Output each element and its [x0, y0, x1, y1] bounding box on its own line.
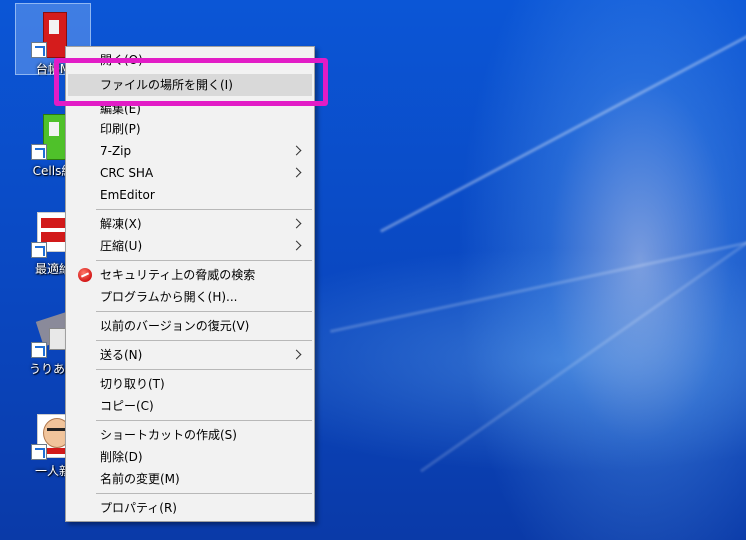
menu-separator: [96, 260, 312, 261]
menu-separator: [96, 369, 312, 370]
menu-item-extract[interactable]: 解凍(X): [68, 213, 312, 235]
menu-item-security-scan[interactable]: セキュリティ上の脅威の検索: [68, 264, 312, 286]
menu-item-send-to[interactable]: 送る(N): [68, 344, 312, 366]
menu-separator: [96, 311, 312, 312]
wallpaper-light-beam: [420, 125, 746, 473]
menu-item-copy[interactable]: コピー(C): [68, 395, 312, 417]
menu-item-label: 名前の変更(M): [100, 472, 180, 486]
menu-item-label: 圧縮(U): [100, 239, 143, 253]
shortcut-arrow-icon: [31, 42, 47, 58]
menu-item-7zip[interactable]: 7-Zip: [68, 140, 312, 162]
menu-item-label: 解凍(X): [100, 217, 142, 231]
context-menu: 開く(O) ファイルの場所を開く(I) 編集(E) 印刷(P) 7-Zip CR…: [65, 46, 315, 522]
menu-item-label: プロパティ(R): [100, 501, 177, 515]
menu-separator: [96, 420, 312, 421]
menu-item-label: 削除(D): [100, 450, 143, 464]
menu-item-label: セキュリティ上の脅威の検索: [100, 268, 256, 282]
menu-item-rename[interactable]: 名前の変更(M): [68, 468, 312, 490]
menu-item-label: 印刷(P): [100, 122, 141, 136]
menu-item-crc-sha[interactable]: CRC SHA: [68, 162, 312, 184]
menu-item-open-with[interactable]: プログラムから開く(H)...: [68, 286, 312, 308]
menu-separator: [96, 493, 312, 494]
menu-item-label: EmEditor: [100, 188, 155, 202]
menu-separator: [96, 209, 312, 210]
menu-item-label: 切り取り(T): [100, 377, 165, 391]
menu-item-label: 以前のバージョンの復元(V): [100, 319, 250, 333]
menu-item-label: 7-Zip: [100, 144, 132, 158]
menu-item-print[interactable]: 印刷(P): [68, 118, 312, 140]
menu-item-create-shortcut[interactable]: ショートカットの作成(S): [68, 424, 312, 446]
menu-item-emeditor[interactable]: EmEditor: [68, 184, 312, 206]
shortcut-arrow-icon: [31, 444, 47, 460]
menu-item-cut[interactable]: 切り取り(T): [68, 373, 312, 395]
shortcut-arrow-icon: [31, 242, 47, 258]
submenu-arrow-icon: [291, 218, 302, 229]
menu-item-label: コピー(C): [100, 399, 154, 413]
submenu-arrow-icon: [291, 145, 302, 156]
shortcut-arrow-icon: [31, 144, 47, 160]
submenu-arrow-icon: [291, 167, 302, 178]
annotation-highlight-box: [54, 58, 328, 106]
menu-item-compress[interactable]: 圧縮(U): [68, 235, 312, 257]
shortcut-arrow-icon: [31, 342, 47, 358]
menu-item-label: ショートカットの作成(S): [100, 428, 237, 442]
wallpaper-light-beam: [380, 0, 746, 233]
menu-item-delete[interactable]: 削除(D): [68, 446, 312, 468]
submenu-arrow-icon: [291, 349, 302, 360]
menu-item-restore-previous[interactable]: 以前のバージョンの復元(V): [68, 315, 312, 337]
menu-item-label: プログラムから開く(H)...: [100, 290, 238, 304]
menu-item-label: CRC SHA: [100, 166, 154, 180]
submenu-arrow-icon: [291, 240, 302, 251]
security-scan-icon: [78, 268, 92, 282]
menu-item-properties[interactable]: プロパティ(R): [68, 497, 312, 519]
menu-separator: [96, 340, 312, 341]
menu-item-label: 送る(N): [100, 348, 143, 362]
